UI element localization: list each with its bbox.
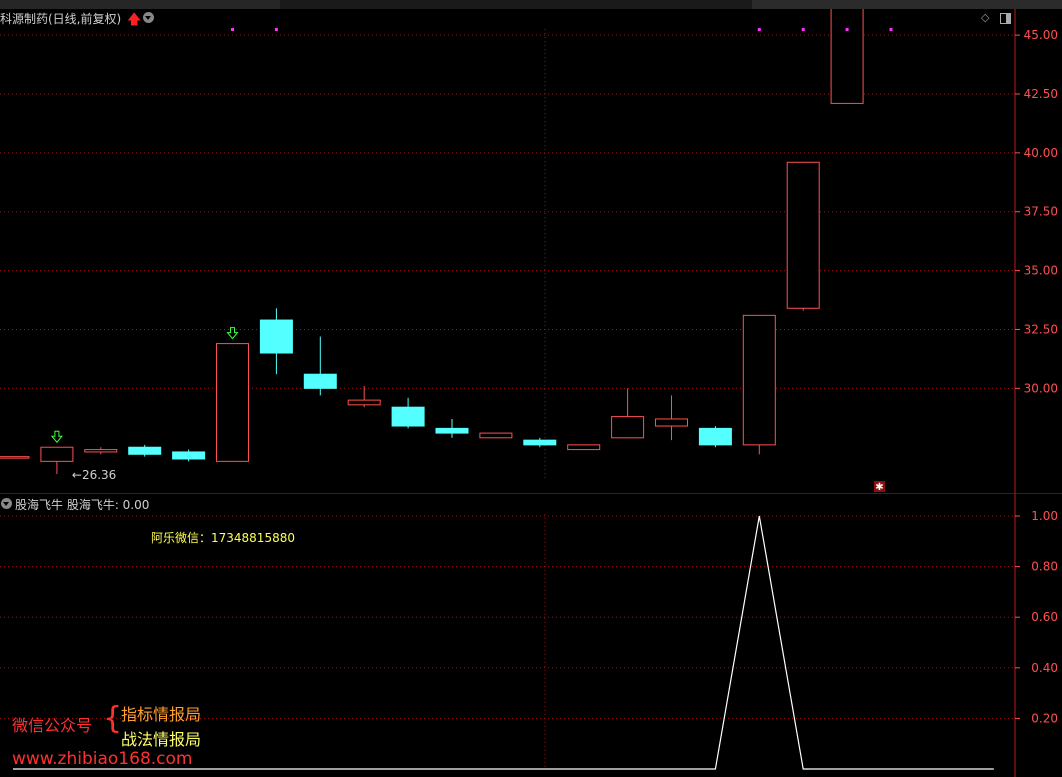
- y-tick-label: 45.00: [1024, 28, 1058, 42]
- stock-title: 科源制药(日线,前复权): [0, 12, 122, 26]
- contact-text: 阿乐微信：17348815880: [151, 531, 295, 545]
- y-tick-label: 37.50: [1024, 205, 1058, 219]
- indicator-y-tick-label: 0.20: [1031, 711, 1058, 725]
- candle-body: [259, 319, 293, 354]
- watermark-line2: 战法情报局: [121, 730, 202, 749]
- indicator-y-tick-label: 0.40: [1031, 661, 1058, 675]
- candle-body: [84, 449, 118, 453]
- y-tick-label: 42.50: [1024, 87, 1058, 101]
- signal-arrow-icon: [50, 430, 63, 444]
- candle-body: [391, 406, 425, 427]
- indicator-chevron-down-icon[interactable]: [1, 498, 12, 509]
- y-tick-label: 30.00: [1024, 381, 1058, 395]
- watermark-line1: 指标情报局: [121, 705, 202, 724]
- low-price-label: ←26.36: [72, 468, 116, 482]
- panel-toggle-icon[interactable]: [1000, 13, 1011, 24]
- candle-body: [830, 9, 864, 104]
- top-marker: [274, 28, 278, 31]
- candle-body: [347, 399, 381, 406]
- candle-body: [172, 451, 206, 460]
- diamond-icon[interactable]: ◇: [981, 11, 989, 24]
- top-toolbar: [0, 0, 1062, 9]
- top-marker: [889, 28, 893, 31]
- y-tick-label: 40.00: [1024, 146, 1058, 160]
- watermark-brace: {: [103, 701, 123, 736]
- top-marker: [801, 28, 805, 31]
- indicator-y-tick-label: 1.00: [1031, 509, 1058, 523]
- candle-body: [786, 161, 820, 309]
- up-arrow-icon: 🡅: [127, 12, 142, 28]
- candle-body: [435, 427, 469, 434]
- candle-body: [567, 444, 601, 451]
- candle-body: [40, 446, 74, 462]
- event-marker-glyph: ✱: [875, 482, 883, 493]
- y-tick-label: 32.50: [1024, 322, 1058, 336]
- top-marker: [757, 28, 761, 31]
- y-tick-label: 35.00: [1024, 264, 1058, 278]
- candle-body: [303, 373, 337, 389]
- candle-body: [742, 314, 776, 446]
- indicator-title: 股海飞牛 股海飞牛: 0.00: [15, 498, 150, 512]
- top-marker: [231, 28, 234, 31]
- candle-body: [655, 418, 688, 427]
- chevron-down-icon[interactable]: [143, 12, 154, 23]
- indicator-y-tick-label: 0.80: [1031, 560, 1058, 574]
- candle-body: [216, 343, 249, 462]
- top-marker: [845, 28, 849, 31]
- candle-body: [698, 427, 732, 446]
- candlestick-chart: 60.0057.5055.0052.5050.0047.5045.0042.50…: [0, 9, 1062, 494]
- candle-body: [611, 416, 645, 439]
- watermark-label: 微信公众号: [12, 716, 93, 735]
- watermark-url: www.zhibiao168.com: [12, 749, 193, 769]
- indicator-y-tick-label: 0.60: [1031, 610, 1058, 624]
- candle-body: [128, 446, 162, 455]
- candle-body: [0, 456, 30, 459]
- candle-body: [523, 439, 557, 446]
- candle-body: [479, 432, 513, 439]
